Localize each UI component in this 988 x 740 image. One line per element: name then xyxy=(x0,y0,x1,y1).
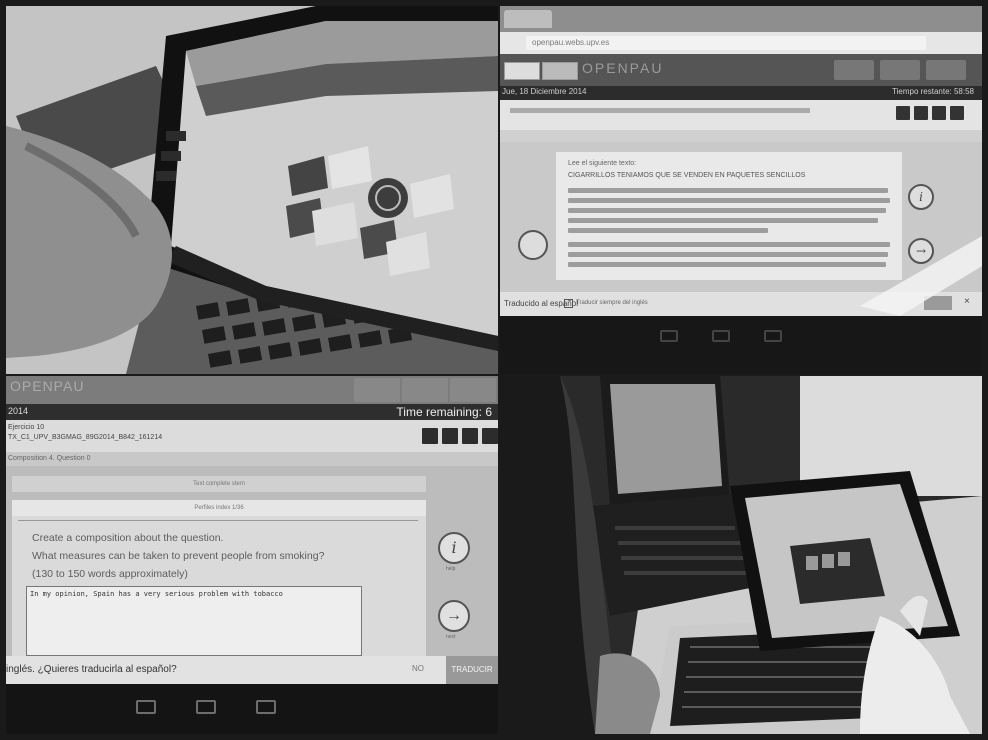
help-label: help xyxy=(446,566,456,572)
date-text: Jue, 18 Diciembre 2014 xyxy=(502,87,587,96)
site-header: OPENPAU xyxy=(6,376,498,404)
browser-tab[interactable] xyxy=(504,10,552,28)
openpau-reading-screen: openpau.webs.upv.es OPENPAU Jue, 18 Dici… xyxy=(500,6,982,316)
grid-icon[interactable] xyxy=(932,106,946,120)
exercise-code: TX_C1_UPV_B3GMAG_89G2014_B842_161214 xyxy=(8,434,163,441)
text-line xyxy=(568,218,878,223)
no-button[interactable]: NO xyxy=(412,664,424,673)
screen-glare xyxy=(860,236,982,316)
openpau-brand: OPENPAU xyxy=(582,60,664,76)
headphones-icon[interactable] xyxy=(914,106,928,120)
exercise-number: Ejercicio 10 xyxy=(8,424,45,431)
headphones-icon[interactable] xyxy=(442,428,458,444)
info-icon[interactable]: i xyxy=(908,184,934,210)
exercise-info-row: Ejercicio 10 TX_C1_UPV_B3GMAG_89G2014_B8… xyxy=(6,420,498,452)
prompt-line-1: Create a composition about the question. xyxy=(32,532,224,544)
translate-button[interactable]: TRADUCIR xyxy=(446,656,498,684)
back-nav-icon[interactable] xyxy=(660,330,678,342)
user-icon[interactable] xyxy=(926,60,966,80)
text-line xyxy=(568,198,890,203)
exercise-info-row xyxy=(500,100,982,130)
status-strip: 2014 Time remaining: 6 xyxy=(6,404,498,420)
prompt-line-2: What measures can be taken to prevent pe… xyxy=(32,550,325,562)
user-icon[interactable] xyxy=(450,378,496,402)
android-nav-bar xyxy=(6,684,498,734)
card-header: Perfiles index 1/36 xyxy=(12,500,426,516)
speaker-icon[interactable] xyxy=(896,106,910,120)
reading-title: CIGARRILLOS TENIAMOS QUE SE VENDEN EN PA… xyxy=(568,172,806,179)
menu-icon[interactable] xyxy=(482,428,498,444)
browser-tab-bar xyxy=(500,6,982,32)
partner-logo xyxy=(542,62,578,80)
photo-top-left xyxy=(6,6,498,374)
reading-instruction: Lee el siguiente texto: xyxy=(568,160,637,167)
home-nav-icon[interactable] xyxy=(196,700,216,714)
timer-text: Tiempo restante: 58:58 xyxy=(892,87,974,96)
status-strip: Jue, 18 Diciembre 2014 Tiempo restante: … xyxy=(500,86,982,100)
breadcrumb: Composition 4. Question 0 xyxy=(6,452,498,466)
composition-card: Perfiles index 1/36 Create a composition… xyxy=(12,500,426,656)
photo-bottom-left: OPENPAU 2014 Time remaining: 6 Ejercicio… xyxy=(6,376,498,734)
prompt-line-3: (130 to 150 words approximately) xyxy=(32,568,188,580)
answer-textarea[interactable]: In my opinion, Spain has a very serious … xyxy=(26,586,362,656)
browser-address-bar: openpau.webs.upv.es xyxy=(500,32,982,54)
top-left-scene xyxy=(6,6,498,374)
translate-checkbox[interactable] xyxy=(564,299,573,308)
home-nav-icon[interactable] xyxy=(712,330,730,342)
photo-collage: openpau.webs.upv.es OPENPAU Jue, 18 Dici… xyxy=(0,0,988,740)
exercise-info-text xyxy=(510,108,810,113)
section-header: Text complete stem xyxy=(12,476,426,492)
text-line xyxy=(568,262,886,267)
info-icon[interactable]: i xyxy=(438,532,470,564)
translate-bar: inglés. ¿Quieres traducirla al español? … xyxy=(6,656,498,684)
openpau-logo: OPENPAU xyxy=(10,378,85,394)
home-icon[interactable] xyxy=(834,60,874,80)
grid-icon[interactable] xyxy=(462,428,478,444)
text-line xyxy=(568,228,768,233)
composition-body: Text complete stem Perfiles index 1/36 C… xyxy=(6,466,498,656)
android-nav-bar xyxy=(500,316,982,374)
recent-nav-icon[interactable] xyxy=(256,700,276,714)
divider xyxy=(18,520,418,521)
grid-menu-icon[interactable] xyxy=(518,230,548,260)
back-nav-icon[interactable] xyxy=(136,700,156,714)
translate-checkbox-label: Traducir siempre del inglés xyxy=(576,300,648,306)
upv-logo xyxy=(504,62,540,80)
translate-question: inglés. ¿Quieres traducirla al español? xyxy=(6,664,177,675)
help-icon[interactable] xyxy=(880,60,920,80)
text-line xyxy=(568,188,888,193)
url-field[interactable]: openpau.webs.upv.es xyxy=(526,36,926,50)
menu-icon[interactable] xyxy=(950,106,964,120)
next-label: next xyxy=(446,634,456,640)
breadcrumb xyxy=(500,130,982,142)
site-header: OPENPAU xyxy=(500,54,982,86)
time-remaining: Time remaining: 6 xyxy=(396,405,492,419)
help-icon[interactable] xyxy=(402,378,448,402)
next-arrow-icon[interactable]: → xyxy=(438,600,470,632)
speaker-icon[interactable] xyxy=(422,428,438,444)
text-line xyxy=(568,208,886,213)
date-text: 2014 xyxy=(8,406,29,416)
bottom-right-scene xyxy=(500,376,982,734)
photo-bottom-right xyxy=(500,376,982,734)
home-icon[interactable] xyxy=(354,378,400,402)
recent-nav-icon[interactable] xyxy=(764,330,782,342)
photo-top-right: openpau.webs.upv.es OPENPAU Jue, 18 Dici… xyxy=(500,6,982,374)
